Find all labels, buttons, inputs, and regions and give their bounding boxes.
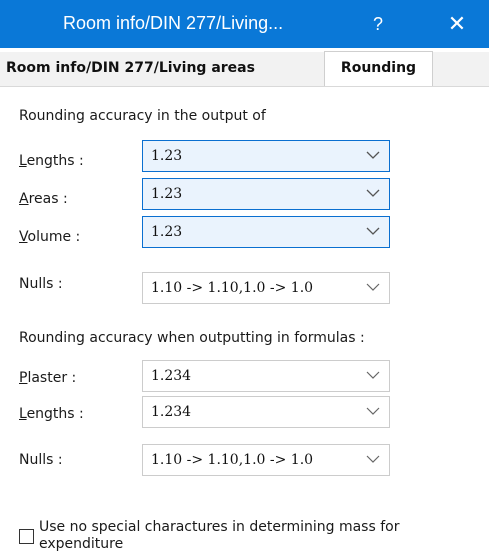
plaster-combo[interactable]: 1.234 [142, 360, 390, 392]
chevron-down-icon [366, 283, 380, 291]
plaster-value: 1.234 [151, 368, 192, 384]
formula-nulls-value: 1.10 -> 1.10,1.0 -> 1.0 [151, 452, 314, 468]
lengths-value: 1.23 [151, 148, 183, 164]
volume-combo[interactable]: 1.23 [142, 216, 390, 248]
title-bar[interactable]: Room info/DIN 277/Living... ? ✕ [0, 0, 489, 48]
rounding-panel: Rounding accuracy in the output of Lengt… [9, 96, 477, 552]
tab-room-info[interactable]: Room info/DIN 277/Living areas [6, 52, 255, 85]
chevron-down-icon [366, 227, 380, 235]
tab-strip: Room info/DIN 277/Living areas Rounding [0, 51, 489, 87]
nulls-combo[interactable]: 1.10 -> 1.10,1.0 -> 1.0 [142, 272, 390, 304]
special-characters-label[interactable]: Use no special charactures in determinin… [39, 519, 439, 553]
special-characters-checkbox[interactable] [19, 529, 34, 544]
formula-section-heading: Rounding accuracy when outputting in for… [19, 330, 365, 346]
window-title: Room info/DIN 277/Living... [63, 13, 284, 33]
chevron-down-icon [366, 189, 380, 197]
chevron-down-icon [366, 371, 380, 379]
volume-value: 1.23 [151, 224, 183, 240]
formula-lengths-combo[interactable]: 1.234 [142, 396, 390, 428]
formula-lengths-value: 1.234 [151, 404, 192, 420]
help-button[interactable]: ? [361, 10, 395, 38]
nulls-label: Nulls : [19, 276, 63, 292]
formula-nulls-label: Nulls : [19, 452, 63, 468]
areas-combo[interactable]: 1.23 [142, 178, 390, 210]
areas-label: Areas : [19, 191, 68, 207]
close-button[interactable]: ✕ [437, 8, 477, 40]
lengths-combo[interactable]: 1.23 [142, 140, 390, 172]
formula-lengths-label: Lengths : [19, 406, 84, 422]
lengths-label: Lengths : [19, 153, 84, 169]
chevron-down-icon [366, 455, 380, 463]
tab-rounding[interactable]: Rounding [324, 51, 433, 86]
output-section-heading: Rounding accuracy in the output of [19, 108, 266, 124]
chevron-down-icon [366, 407, 380, 415]
areas-value: 1.23 [151, 186, 183, 202]
chevron-down-icon [366, 151, 380, 159]
plaster-label: Plaster : [19, 370, 77, 386]
formula-nulls-combo[interactable]: 1.10 -> 1.10,1.0 -> 1.0 [142, 444, 390, 476]
volume-label: Volume : [19, 229, 81, 245]
nulls-value: 1.10 -> 1.10,1.0 -> 1.0 [151, 280, 314, 296]
